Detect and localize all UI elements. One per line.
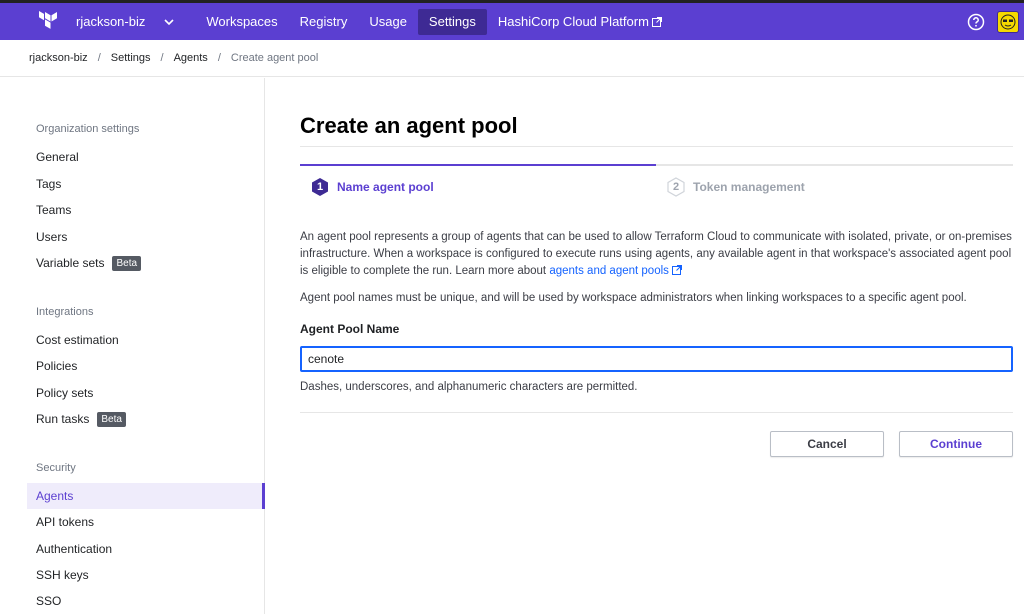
field-help-text: Dashes, underscores, and alphanumeric ch… — [300, 381, 638, 393]
sidebar-item-policy-sets[interactable]: Policy sets — [27, 380, 265, 406]
breadcrumb-current: Create agent pool — [230, 52, 319, 64]
cancel-button[interactable]: Cancel — [770, 431, 884, 457]
breadcrumb-separator: / — [97, 52, 101, 64]
step-label: Token management — [693, 180, 805, 194]
breadcrumb-separator: / — [160, 52, 164, 64]
nav-workspaces[interactable]: Workspaces — [195, 9, 288, 35]
user-avatar[interactable] — [997, 10, 1019, 33]
sidebar-item-label: Authentication — [36, 542, 113, 556]
sidebar-item-teams[interactable]: Teams — [27, 197, 265, 223]
sidebar-item-label: SSH keys — [36, 568, 89, 582]
sidebar-item-authentication[interactable]: Authentication — [27, 536, 265, 562]
sidebar-item-label: Users — [36, 230, 68, 244]
step-name-agent-pool: 1 Name agent pool — [310, 177, 434, 197]
top-navigation: rjackson-biz Workspaces Registry Usage S… — [0, 0, 1024, 40]
agents-docs-link[interactable]: agents and agent pools — [549, 265, 683, 277]
step-number-badge: 1 — [310, 177, 330, 197]
sidebar-item-label: Run tasks — [36, 412, 90, 426]
breadcrumb-agents[interactable]: Agents — [174, 52, 208, 64]
sidebar-item-label: Tags — [36, 177, 62, 191]
nav-settings[interactable]: Settings — [417, 8, 487, 35]
breadcrumb-org[interactable]: rjackson-biz — [29, 52, 88, 64]
sidebar-item-label: API tokens — [36, 515, 95, 529]
nav-usage[interactable]: Usage — [358, 9, 418, 35]
agent-pool-name-input[interactable] — [300, 346, 1013, 372]
uniqueness-note: Agent pool names must be unique, and wil… — [300, 292, 967, 304]
external-link-icon — [672, 265, 683, 275]
sidebar-group-title: Integrations — [36, 306, 94, 318]
sidebar-item-users[interactable]: Users — [27, 224, 265, 250]
sidebar-item-run-tasks[interactable]: Run tasks Beta — [27, 406, 265, 432]
step-number-badge: 2 — [666, 177, 686, 197]
breadcrumb: rjackson-biz / Settings / Agents / Creat… — [0, 40, 1024, 77]
settings-sidebar: Organization settings General Tags Teams… — [0, 78, 265, 614]
step-number: 2 — [672, 181, 680, 193]
beta-badge: Beta — [97, 411, 126, 427]
stepper-progress — [300, 164, 656, 166]
sidebar-item-ssh-keys[interactable]: SSH keys — [27, 562, 265, 588]
step-label: Name agent pool — [337, 180, 434, 194]
org-switcher[interactable]: rjackson-biz — [76, 2, 177, 42]
sidebar-item-variable-sets[interactable]: Variable sets Beta — [27, 250, 265, 276]
chevron-down-icon — [163, 15, 177, 29]
divider — [300, 412, 1013, 413]
sidebar-item-api-tokens[interactable]: API tokens — [27, 509, 265, 535]
divider — [300, 146, 1013, 147]
agent-pool-name-label: Agent Pool Name — [300, 322, 400, 336]
sidebar-item-label: Cost estimation — [36, 333, 119, 347]
description: An agent pool represents a group of agen… — [300, 229, 1013, 280]
help-icon[interactable] — [967, 13, 985, 31]
continue-button[interactable]: Continue — [899, 431, 1013, 457]
step-token-management: 2 Token management — [666, 177, 805, 197]
sidebar-item-cost-estimation[interactable]: Cost estimation — [27, 327, 265, 353]
nav-hcp-label: HashiCorp Cloud Platform — [497, 13, 649, 29]
breadcrumb-separator: / — [217, 52, 221, 64]
page-title: Create an agent pool — [300, 113, 518, 138]
sidebar-item-label: Policy sets — [36, 386, 94, 400]
sidebar-item-tags[interactable]: Tags — [27, 171, 265, 197]
step-number: 1 — [316, 181, 324, 193]
nav-registry[interactable]: Registry — [289, 9, 359, 35]
sidebar-item-policies[interactable]: Policies — [27, 353, 265, 379]
stepper: 1 Name agent pool 2 Token management — [300, 164, 1013, 210]
sidebar-group-title: Security — [36, 462, 76, 474]
sidebar-item-label: General — [36, 150, 79, 164]
beta-badge: Beta — [112, 255, 142, 271]
external-link-icon — [651, 16, 662, 27]
sidebar-group-title: Organization settings — [36, 123, 140, 135]
sidebar-item-label: SSO — [36, 594, 62, 608]
nav-hashicorp-cloud-platform[interactable]: HashiCorp Cloud Platform — [487, 9, 673, 35]
sidebar-item-label: Agents — [36, 489, 74, 503]
sidebar-item-sso[interactable]: SSO — [27, 588, 265, 614]
org-name: rjackson-biz — [76, 14, 146, 29]
primary-nav: Workspaces Registry Usage Settings Hashi… — [195, 2, 673, 42]
breadcrumb-settings[interactable]: Settings — [111, 52, 151, 64]
terraform-logo-icon[interactable] — [34, 8, 62, 36]
sidebar-item-label: Teams — [36, 203, 72, 217]
nav-right — [967, 3, 1024, 40]
agents-docs-link-label: agents and agent pools — [549, 265, 669, 277]
sidebar-item-label: Policies — [36, 359, 78, 373]
sidebar-item-agents[interactable]: Agents — [27, 483, 265, 509]
sidebar-item-general[interactable]: General — [27, 144, 265, 170]
sidebar-item-label: Variable sets — [36, 256, 105, 270]
